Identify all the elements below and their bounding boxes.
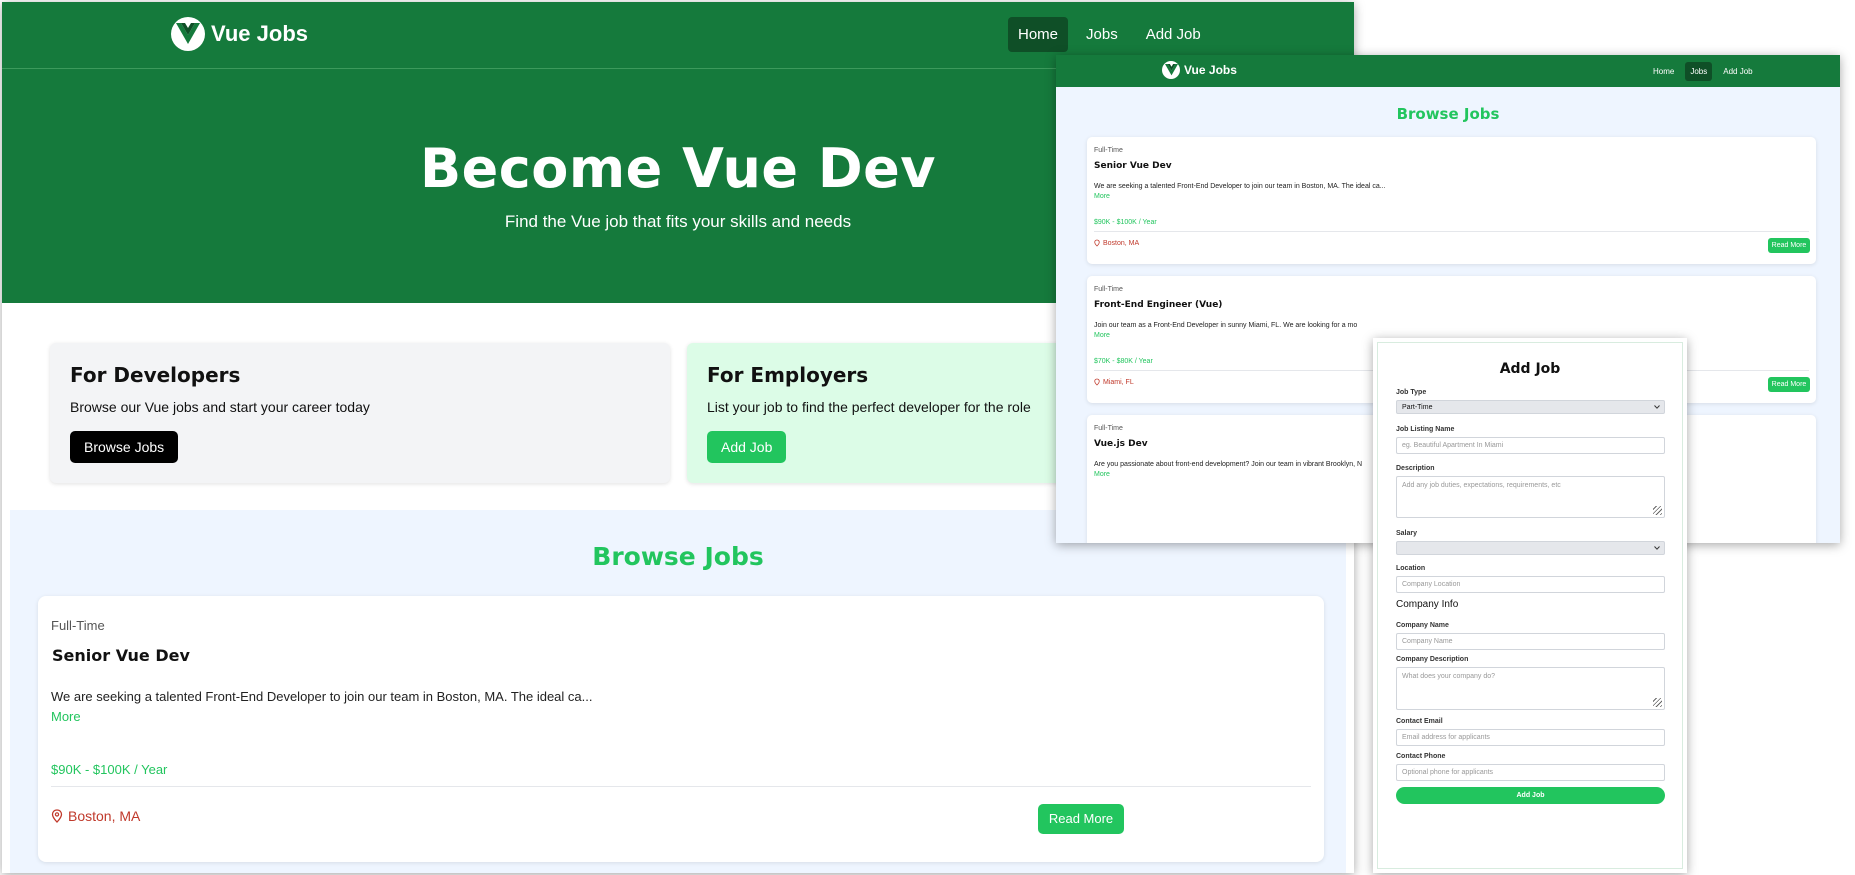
nav-add-job[interactable]: Add Job — [1718, 62, 1757, 81]
read-more-button[interactable]: Read More — [1038, 804, 1124, 834]
chevron-down-icon — [1654, 546, 1660, 550]
company-name-placeholder: Company Name — [1402, 638, 1453, 645]
job-location: Boston, MA — [1094, 239, 1139, 247]
brand-name: Vue Jobs — [1184, 63, 1237, 77]
job-title: Front-End Engineer (Vue) — [1094, 300, 1223, 310]
company-description-placeholder: What does your company do? — [1402, 673, 1495, 680]
job-location-text: Miami, FL — [1103, 378, 1134, 386]
location-label: Location — [1396, 565, 1426, 572]
job-title: Vue.js Dev — [1094, 439, 1148, 449]
map-pin-icon — [1094, 378, 1100, 386]
job-type: Full-Time — [1094, 147, 1123, 154]
description-placeholder: Add any job duties, expectations, requir… — [1402, 482, 1561, 489]
location-input[interactable]: Company Location — [1396, 576, 1665, 593]
add-job-form: Add Job Job Type Part-Time Job Listing N… — [1377, 342, 1683, 869]
job-title: Senior Vue Dev — [52, 646, 190, 665]
resize-handle-icon[interactable] — [1653, 506, 1662, 515]
add-job-page-window: Add Job Job Type Part-Time Job Listing N… — [1373, 338, 1687, 873]
employers-card-text: List your job to find the perfect develo… — [707, 399, 1031, 415]
company-description-label: Company Description — [1396, 656, 1469, 663]
job-type: Full-Time — [1094, 286, 1123, 293]
job-listing-name-placeholder: eg. Beautiful Apartment In Miami — [1402, 442, 1504, 449]
job-card: Full-Time Senior Vue Dev We are seeking … — [38, 596, 1324, 862]
contact-email-label: Contact Email — [1396, 718, 1443, 725]
job-salary: $90K - $100K / Year — [51, 762, 168, 777]
form-title: Add Job — [1499, 361, 1561, 377]
job-location: Miami, FL — [1094, 378, 1134, 386]
job-divider — [1094, 231, 1809, 232]
map-pin-icon — [51, 809, 63, 823]
nav-home[interactable]: Home — [1008, 17, 1069, 52]
job-type-select[interactable]: Part-Time — [1396, 400, 1665, 414]
job-description: Join our team as a Front-End Developer i… — [1094, 322, 1358, 329]
company-description-textarea[interactable]: What does your company do? — [1396, 667, 1665, 710]
job-location-text: Boston, MA — [68, 808, 141, 824]
job-type-label: Job Type — [1396, 389, 1427, 396]
job-description: Are you passionate about front-end devel… — [1094, 461, 1363, 468]
description-label: Description — [1396, 465, 1435, 472]
browse-jobs-section: Browse Jobs Full-Time Senior Vue Dev We … — [10, 510, 1346, 873]
read-more-button[interactable]: Read More — [1768, 238, 1810, 253]
brand-link[interactable]: Vue Jobs — [1162, 61, 1237, 79]
read-more-button[interactable]: Read More — [1768, 377, 1810, 392]
job-description: We are seeking a talented Front-End Deve… — [51, 689, 593, 704]
nav-add-job[interactable]: Add Job — [1136, 17, 1211, 52]
job-salary: $90K - $100K / Year — [1094, 219, 1157, 226]
company-name-input[interactable]: Company Name — [1396, 633, 1665, 650]
developers-card-title: For Developers — [70, 363, 241, 387]
resize-handle-icon[interactable] — [1653, 698, 1662, 707]
vue-logo-icon — [171, 17, 205, 51]
job-more-link[interactable]: More — [1094, 193, 1110, 200]
nav-links: Home Jobs Add Job — [1008, 17, 1219, 52]
salary-label: Salary — [1396, 530, 1418, 537]
company-info-heading: Company Info — [1396, 599, 1459, 610]
job-location: Boston, MA — [51, 808, 140, 824]
job-listing-name-label: Job Listing Name — [1396, 426, 1455, 433]
browse-jobs-title: Browse Jobs — [1396, 105, 1500, 123]
job-divider — [51, 786, 1311, 787]
salary-select[interactable] — [1396, 541, 1665, 555]
job-type: Full-Time — [1094, 425, 1123, 432]
brand-link[interactable]: Vue Jobs — [171, 17, 308, 51]
contact-email-placeholder: Email address for applicants — [1402, 734, 1490, 741]
location-placeholder: Company Location — [1402, 581, 1461, 588]
brand-name: Vue Jobs — [211, 21, 308, 46]
browse-jobs-button[interactable]: Browse Jobs — [70, 431, 179, 463]
job-description: We are seeking a talented Front-End Deve… — [1094, 183, 1386, 190]
nav-jobs[interactable]: Jobs — [1076, 17, 1128, 52]
job-card: Full-Time Senior Vue Dev We are seeking … — [1087, 137, 1816, 264]
developers-card-text: Browse our Vue jobs and start your caree… — [70, 399, 370, 415]
navbar: Vue Jobs Home Jobs Add Job — [1056, 55, 1840, 87]
map-pin-icon — [1094, 239, 1100, 247]
job-listing-name-input[interactable]: eg. Beautiful Apartment In Miami — [1396, 437, 1665, 454]
nav-home[interactable]: Home — [1648, 62, 1679, 81]
job-location-text: Boston, MA — [1103, 239, 1140, 247]
developers-card: For Developers Browse our Vue jobs and s… — [50, 343, 670, 483]
nav-links: Home Jobs Add Job — [1648, 62, 1764, 81]
nav-jobs[interactable]: Jobs — [1685, 62, 1713, 81]
contact-email-input[interactable]: Email address for applicants — [1396, 729, 1665, 746]
chevron-down-icon — [1654, 405, 1660, 409]
add-job-button[interactable]: Add Job — [707, 431, 787, 463]
job-type: Full-Time — [51, 618, 105, 633]
description-textarea[interactable]: Add any job duties, expectations, requir… — [1396, 476, 1665, 518]
employers-card-title: For Employers — [707, 363, 869, 387]
company-name-label: Company Name — [1396, 622, 1449, 629]
vue-logo-icon — [1162, 61, 1180, 79]
job-salary: $70K - $80K / Year — [1094, 358, 1153, 365]
job-more-link[interactable]: More — [1094, 471, 1110, 478]
add-job-submit-button[interactable]: Add Job — [1396, 787, 1665, 804]
job-type-value: Part-Time — [1402, 403, 1433, 411]
job-title: Senior Vue Dev — [1094, 161, 1172, 171]
contact-phone-placeholder: Optional phone for applicants — [1402, 769, 1494, 776]
job-more-link[interactable]: More — [51, 709, 81, 724]
job-more-link[interactable]: More — [1094, 332, 1110, 339]
contact-phone-label: Contact Phone — [1396, 753, 1446, 760]
contact-phone-input[interactable]: Optional phone for applicants — [1396, 764, 1665, 781]
